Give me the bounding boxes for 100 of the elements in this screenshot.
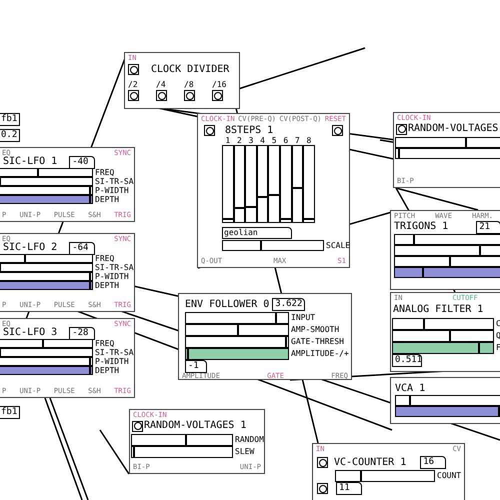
number-box[interactable]: 3.622 xyxy=(272,298,306,311)
slider-handle[interactable] xyxy=(423,319,425,329)
number-box[interactable]: 0.2 xyxy=(0,129,20,142)
slider[interactable] xyxy=(335,470,435,482)
slider[interactable] xyxy=(0,177,93,186)
slider-handle[interactable] xyxy=(36,169,39,176)
slider-handle[interactable] xyxy=(246,206,256,208)
output-label: /16 xyxy=(212,81,226,89)
slider-handle[interactable] xyxy=(304,218,314,220)
slider[interactable] xyxy=(392,330,494,342)
slider[interactable] xyxy=(0,281,93,290)
slider[interactable] xyxy=(395,395,500,406)
slider-label: AMP-SMOOTH xyxy=(291,326,340,334)
scale-field[interactable]: geolian xyxy=(222,227,292,239)
number-box[interactable]: 0.511 xyxy=(392,354,422,367)
number-box[interactable]: -64 xyxy=(69,242,96,254)
slider[interactable] xyxy=(0,263,93,272)
slider[interactable] xyxy=(185,336,289,348)
slider[interactable] xyxy=(185,348,289,360)
module-title: SIC-LFO 3 xyxy=(3,328,58,338)
number-box[interactable]: -1 xyxy=(185,360,207,373)
slider-handle[interactable] xyxy=(89,367,92,374)
slider-handle[interactable] xyxy=(89,196,92,203)
slider[interactable] xyxy=(0,357,93,366)
bang-button[interactable] xyxy=(184,90,195,101)
number-box[interactable]: -28 xyxy=(69,326,96,340)
slider-handle[interactable] xyxy=(260,241,262,250)
bang-button[interactable] xyxy=(156,90,167,101)
slider[interactable] xyxy=(0,272,93,281)
slider-label: GATE-THRESH xyxy=(291,338,344,346)
module-title: CLOCK DIVIDER xyxy=(151,64,230,74)
slider-handle[interactable] xyxy=(42,340,44,347)
slider[interactable] xyxy=(0,254,93,263)
slider-label: RANDOM xyxy=(235,436,264,444)
slider[interactable] xyxy=(392,342,494,354)
slider-label: SI-TR-SA xyxy=(95,264,134,272)
slider-handle[interactable] xyxy=(133,447,135,457)
slider-handle[interactable] xyxy=(274,313,277,323)
slider-handle[interactable] xyxy=(269,194,279,196)
slider-handle[interactable] xyxy=(89,273,92,280)
slider-handle[interactable] xyxy=(284,337,287,347)
slider[interactable] xyxy=(0,168,93,177)
slider-label: P-WIDTH xyxy=(95,186,129,194)
slider-handle[interactable] xyxy=(223,218,233,220)
bang-button[interactable] xyxy=(317,483,328,494)
slider-label: FREQ xyxy=(95,340,114,348)
slider-handle[interactable] xyxy=(89,282,92,289)
slider[interactable] xyxy=(392,318,494,330)
slider-label: FREQ xyxy=(95,168,114,176)
slider-handle[interactable] xyxy=(89,187,92,194)
slider[interactable] xyxy=(0,348,93,357)
number-box[interactable]: 11 xyxy=(336,482,362,495)
slider-handle[interactable] xyxy=(280,218,291,220)
slider[interactable] xyxy=(131,434,233,446)
slider-label: Q xyxy=(496,332,500,340)
slider[interactable] xyxy=(0,195,93,204)
slider-handle[interactable] xyxy=(360,471,362,481)
slider-handle[interactable] xyxy=(24,255,26,262)
slider-handle[interactable] xyxy=(185,435,187,445)
slider[interactable] xyxy=(185,324,289,336)
slider-label: INPUT xyxy=(291,314,316,322)
number-box[interactable]: 16 xyxy=(420,456,446,469)
slider-handle[interactable] xyxy=(237,325,240,335)
slider-label: SLEW xyxy=(235,448,254,456)
slider[interactable] xyxy=(395,406,500,417)
module-title: VC-COUNTER 1 xyxy=(334,458,406,468)
slider-label: AMPLITUDE-/+ xyxy=(291,350,349,358)
number-box[interactable]: fb1 xyxy=(0,406,20,419)
slider[interactable] xyxy=(131,446,233,458)
slider-handle[interactable] xyxy=(89,358,92,365)
slider-handle[interactable] xyxy=(258,196,268,198)
number-box[interactable]: -40 xyxy=(69,156,96,168)
slider[interactable] xyxy=(0,339,93,348)
slider-label: FREQ xyxy=(95,254,114,262)
bang-button[interactable] xyxy=(317,457,328,468)
slider-handle[interactable] xyxy=(449,331,451,341)
slider-label: DEPTH xyxy=(95,282,120,290)
bang-button[interactable] xyxy=(128,64,139,75)
slider[interactable] xyxy=(0,366,93,375)
slider-handle[interactable] xyxy=(408,396,411,405)
slider[interactable] xyxy=(0,186,93,195)
slider[interactable] xyxy=(185,312,289,324)
slider-handle[interactable] xyxy=(498,407,500,416)
number-box[interactable]: fb1 xyxy=(0,113,20,126)
slider-label: F xyxy=(496,344,500,352)
slider-handle[interactable] xyxy=(234,207,244,210)
module-title: RANDOM-VOLTAGES 1 xyxy=(144,421,246,431)
number-box[interactable]: 21 xyxy=(476,220,500,234)
module-title: VCA 1 xyxy=(395,384,426,394)
slider-label: SI-TR-SA xyxy=(95,178,134,186)
slider-handle[interactable] xyxy=(478,246,481,255)
bang-button[interactable] xyxy=(212,90,223,101)
slider[interactable] xyxy=(222,240,324,251)
bang-button[interactable] xyxy=(128,90,139,101)
output-label: /2 xyxy=(128,81,138,89)
slider-handle[interactable] xyxy=(292,187,302,190)
slider-handle[interactable] xyxy=(478,343,480,353)
bang-button[interactable] xyxy=(132,420,143,432)
module-title: SIC-LFO 1 xyxy=(3,157,58,167)
slider-handle[interactable] xyxy=(187,349,190,359)
